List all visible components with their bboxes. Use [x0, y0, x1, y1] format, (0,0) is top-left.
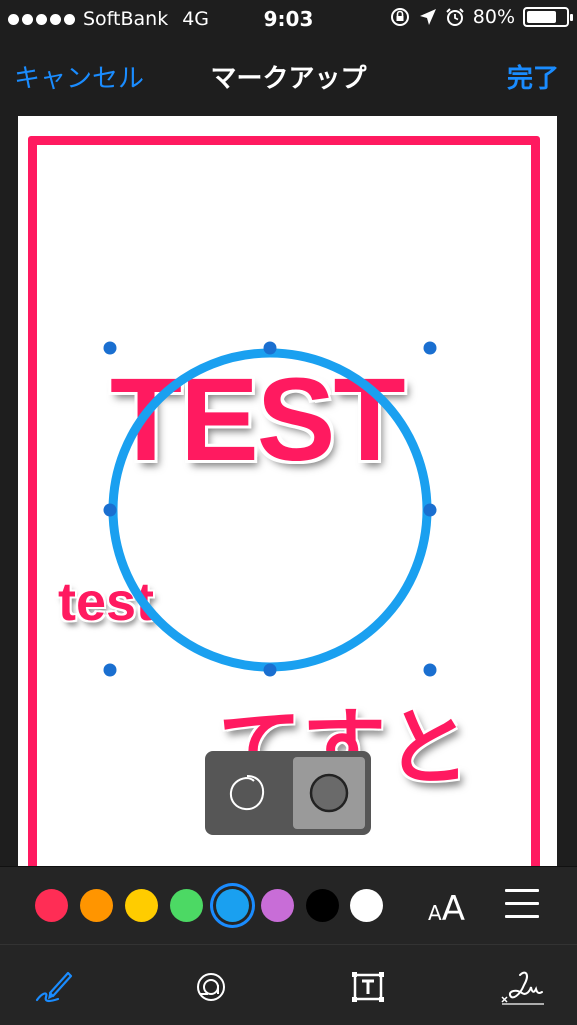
color-palette-bar: AA [0, 866, 577, 945]
done-button[interactable]: 完了 [507, 58, 559, 95]
battery-icon [523, 7, 573, 27]
status-bar: SoftBank 4G 9:03 80% [0, 0, 577, 38]
shape-style-popup [205, 751, 371, 835]
alarm-icon [446, 8, 464, 26]
pen-tool-button[interactable] [34, 967, 74, 1007]
resize-handle[interactable] [423, 663, 437, 677]
status-right: 80% [389, 6, 573, 28]
outline-circle-option[interactable] [211, 757, 283, 829]
color-swatch[interactable] [125, 889, 158, 922]
nav-bar: キャンセル マークアップ 完了 [0, 38, 577, 114]
resize-handle[interactable] [103, 341, 117, 355]
color-swatch[interactable] [170, 889, 203, 922]
pen-icon [35, 971, 73, 1003]
color-swatch[interactable] [216, 889, 249, 922]
magnifier-tool-button[interactable] [191, 967, 231, 1007]
rotation-lock-icon [390, 8, 409, 26]
resize-handle[interactable] [103, 503, 117, 517]
filled-circle-option[interactable] [293, 757, 365, 829]
signature-tool-button[interactable] [500, 967, 546, 1007]
text-tool-button[interactable] [348, 967, 388, 1007]
text-box-icon [352, 972, 384, 1002]
resize-handle[interactable] [423, 341, 437, 355]
color-swatch[interactable] [35, 889, 68, 922]
circle-shape[interactable] [108, 348, 432, 672]
color-swatch[interactable] [350, 889, 383, 922]
markup-tool-bar [0, 944, 577, 1025]
color-swatch[interactable] [306, 889, 339, 922]
location-arrow-icon [419, 9, 436, 25]
resize-handle[interactable] [103, 663, 117, 677]
filled-circle-icon [309, 773, 349, 813]
battery-percent: 80% [472, 6, 515, 28]
magnifier-icon [197, 973, 225, 1001]
color-swatch[interactable] [261, 889, 294, 922]
resize-handle[interactable] [423, 503, 437, 517]
resize-handle[interactable] [263, 663, 277, 677]
outline-circle-icon [229, 775, 265, 811]
text-size-small-glyph: A [428, 901, 442, 925]
signature-icon [501, 971, 544, 1005]
line-style-menu-icon[interactable] [505, 889, 539, 921]
color-swatch[interactable] [80, 889, 113, 922]
text-size-large-glyph: A [441, 889, 465, 929]
text-size-button[interactable]: AA [428, 889, 465, 929]
page-title: マークアップ [210, 64, 367, 94]
resize-handle[interactable] [263, 341, 277, 355]
